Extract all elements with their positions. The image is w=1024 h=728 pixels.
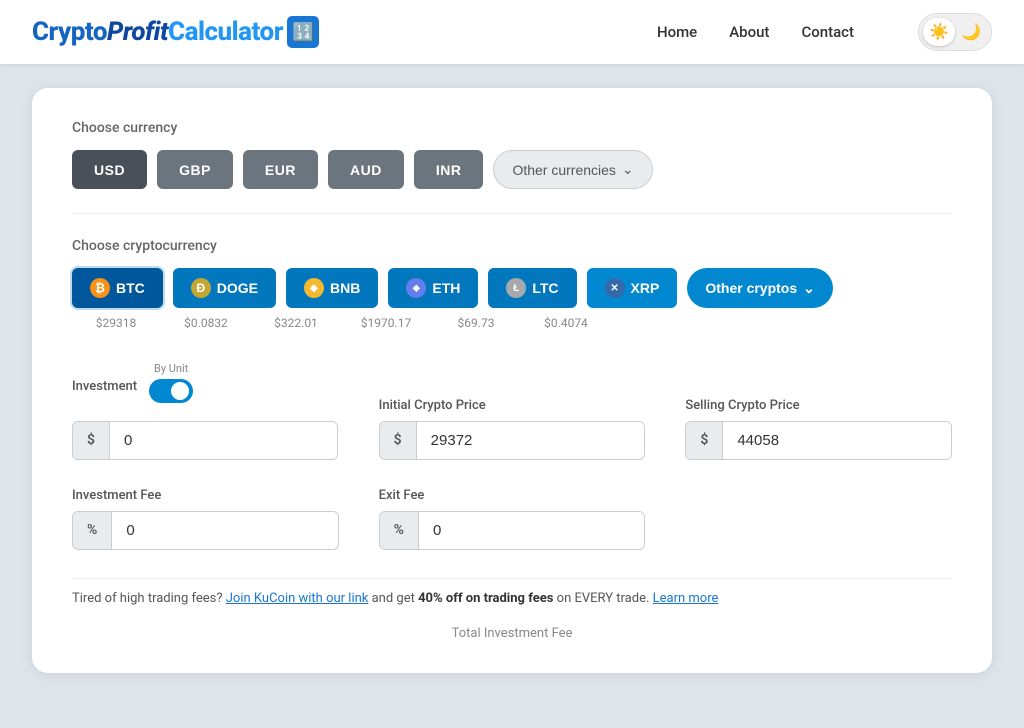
bnb-price: $322.01	[256, 316, 336, 330]
xrp-price: $0.4074	[526, 316, 606, 330]
logo-calculator: Calculator	[168, 17, 283, 47]
selling-price-input-wrapper: $	[685, 421, 952, 460]
total-label: Total Investment Fee	[72, 618, 952, 641]
eth-icon: ⬥	[406, 278, 426, 298]
investment-input[interactable]	[110, 422, 337, 459]
btc-price: $29318	[76, 316, 156, 330]
currency-usd[interactable]: USD	[72, 150, 147, 189]
initial-price-input[interactable]	[417, 422, 645, 459]
crypto-doge[interactable]: Ð DOGE	[173, 268, 276, 308]
crypto-other[interactable]: Other cryptos ⌄	[687, 268, 833, 308]
crypto-xrp[interactable]: ✕ XRP	[587, 268, 678, 308]
divider-1	[72, 213, 952, 214]
investment-group: Investment By Unit $	[72, 362, 339, 460]
crypto-other-chevron: ⌄	[803, 280, 815, 297]
initial-price-group: Initial Crypto Price $	[379, 398, 646, 460]
nav-links: Home About Contact ☀️ 🌙	[657, 13, 992, 51]
logo-crypto: Crypto	[32, 17, 107, 47]
eth-price: $1970.17	[346, 316, 426, 330]
inputs-section: Investment By Unit $	[72, 362, 952, 641]
doge-price: $0.0832	[166, 316, 246, 330]
promo-text: Tired of high trading fees? Join KuCoin …	[72, 578, 952, 606]
nav-home[interactable]: Home	[657, 23, 697, 41]
exit-fee-prefix: %	[380, 512, 419, 549]
xrp-label: XRP	[631, 280, 660, 296]
currency-other-label: Other currencies	[512, 162, 615, 178]
currency-other-chevron: ⌄	[622, 161, 634, 178]
bnb-icon: ◆	[304, 278, 324, 298]
currency-buttons: USD GBP EUR AUD INR Other currencies ⌄	[72, 150, 952, 189]
currency-inr[interactable]: INR	[414, 150, 484, 189]
selling-price-group: Selling Crypto Price $	[685, 398, 952, 460]
doge-label: DOGE	[217, 280, 258, 296]
bnb-label: BNB	[330, 280, 360, 296]
by-unit-toggle[interactable]	[149, 379, 193, 403]
promo-link2[interactable]: Learn more	[653, 591, 719, 606]
btc-label: BTC	[116, 280, 145, 296]
eth-label: ETH	[432, 280, 460, 296]
crypto-bnb[interactable]: ◆ BNB	[286, 268, 378, 308]
inv-fee-label: Investment Fee	[72, 488, 339, 503]
nav-contact[interactable]: Contact	[801, 23, 854, 41]
promo-before: Tired of high trading fees?	[72, 591, 226, 606]
investment-input-wrapper: $	[72, 421, 338, 460]
selling-price-prefix: $	[686, 422, 723, 459]
currency-aud[interactable]: AUD	[328, 150, 404, 189]
crypto-prices: $29318 $0.0832 $322.01 $1970.17 $69.73 $…	[72, 316, 952, 330]
theme-toggle: ☀️ 🌙	[918, 13, 992, 51]
currency-gbp[interactable]: GBP	[157, 150, 233, 189]
by-unit-label: By Unit	[154, 362, 188, 375]
initial-price-input-wrapper: $	[379, 421, 646, 460]
theme-light-button[interactable]: ☀️	[923, 18, 955, 46]
currency-other[interactable]: Other currencies ⌄	[493, 150, 652, 189]
selling-price-input[interactable]	[723, 422, 951, 459]
exit-fee-input-wrapper: %	[379, 511, 646, 550]
investment-prefix: $	[73, 422, 110, 459]
ltc-icon: Ł	[506, 278, 526, 298]
crypto-eth[interactable]: ⬥ ETH	[388, 268, 478, 308]
exit-fee-group: Exit Fee %	[379, 488, 646, 550]
crypto-section-label: Choose cryptocurrency	[72, 238, 952, 254]
crypto-btc[interactable]: ₿ BTC	[72, 268, 163, 308]
investment-label: Investment	[72, 379, 137, 394]
xrp-icon: ✕	[605, 278, 625, 298]
main-container: Choose currency USD GBP EUR AUD INR Othe…	[0, 64, 1024, 728]
currency-section-label: Choose currency	[72, 120, 952, 136]
by-unit-toggle-container: By Unit	[149, 362, 193, 403]
inv-fee-input-wrapper: %	[72, 511, 339, 550]
crypto-other-label: Other cryptos	[705, 280, 797, 296]
crypto-buttons: ₿ BTC Ð DOGE ◆ BNB ⬥ ETH Ł LTC ✕ XRP	[72, 268, 952, 308]
exit-fee-label: Exit Fee	[379, 488, 646, 503]
initial-price-prefix: $	[380, 422, 417, 459]
ltc-price: $69.73	[436, 316, 516, 330]
logo: Crypto Profit Calculator 🔢	[32, 16, 319, 48]
selling-price-label: Selling Crypto Price	[685, 398, 952, 413]
crypto-ltc[interactable]: Ł LTC	[488, 268, 576, 308]
logo-icon: 🔢	[287, 16, 319, 48]
promo-bold: 40% off on trading fees	[418, 591, 553, 606]
initial-price-label: Initial Crypto Price	[379, 398, 646, 413]
btc-icon: ₿	[90, 278, 110, 298]
promo-link1[interactable]: Join KuCoin with our link	[226, 591, 369, 606]
fee-row: Investment Fee % Exit Fee %	[72, 488, 952, 550]
doge-icon: Ð	[191, 278, 211, 298]
exit-fee-input[interactable]	[419, 512, 644, 549]
currency-eur[interactable]: EUR	[243, 150, 318, 189]
promo-middle: and get	[372, 591, 418, 606]
navbar: Crypto Profit Calculator 🔢 Home About Co…	[0, 0, 1024, 64]
promo-after: on EVERY trade.	[557, 591, 653, 606]
ltc-label: LTC	[532, 280, 558, 296]
inv-fee-prefix: %	[73, 512, 112, 549]
nav-about[interactable]: About	[729, 23, 769, 41]
inv-fee-group: Investment Fee %	[72, 488, 339, 550]
theme-dark-button[interactable]: 🌙	[955, 18, 987, 46]
main-card: Choose currency USD GBP EUR AUD INR Othe…	[32, 88, 992, 673]
logo-profit: Profit	[107, 17, 168, 47]
inv-fee-input[interactable]	[112, 512, 337, 549]
